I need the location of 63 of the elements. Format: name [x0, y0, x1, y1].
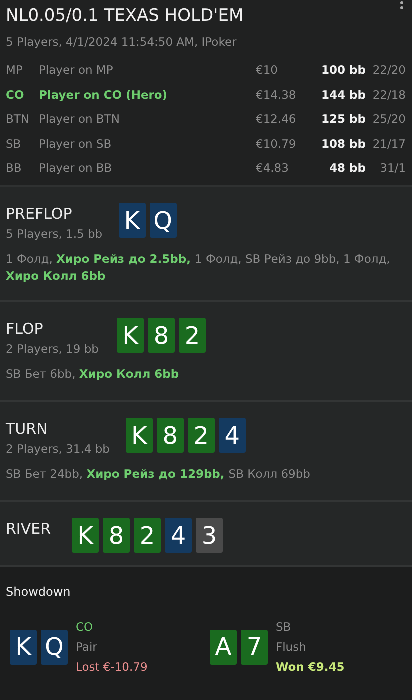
more-menu-icon[interactable] [400, 0, 404, 10]
playing-card: 8 [103, 518, 130, 554]
player-money: €12.46 [256, 112, 296, 126]
playing-card: 2 [134, 518, 161, 554]
player-position: SB [6, 136, 22, 151]
playing-card: 3 [196, 518, 223, 554]
playing-card: A [210, 630, 237, 665]
player-stats: 22/18 [372, 88, 406, 102]
playing-card: 8 [148, 318, 175, 354]
player-money: €10.79 [256, 136, 296, 151]
player-money: €4.83 [256, 161, 289, 176]
playing-card: K [72, 518, 99, 554]
hand-combo: Pair [76, 639, 98, 656]
street-name: FLOP [6, 319, 44, 340]
action-line: SB Бет 6bb, Хиро Колл 6bb [6, 366, 180, 383]
player-money: €10 [256, 63, 278, 78]
player-stack: 48 bb [330, 161, 366, 176]
player-name: Player on SB [39, 136, 112, 151]
street-info: 5 Players, 1.5 bb [6, 226, 103, 243]
player-name: Player on BTN [39, 112, 120, 126]
hand-title: NL0.05/0.1 TEXAS HOLD'EM [6, 5, 244, 28]
street-name: TURN [6, 419, 49, 440]
player-stats: 21/17 [372, 136, 406, 151]
playing-card: 7 [241, 630, 268, 665]
street-info: 2 Players, 31.4 bb [6, 440, 110, 458]
playing-card: 4 [165, 518, 192, 554]
player-name: Player on BB [39, 161, 112, 176]
player-position: MP [6, 63, 23, 78]
playing-card: 2 [188, 418, 215, 454]
street-info: 2 Players, 19 bb [6, 340, 100, 358]
player-position: BB [6, 161, 22, 176]
hand-combo: Flush [276, 639, 308, 656]
playing-card: K [126, 418, 153, 454]
playing-card: Q [41, 630, 68, 665]
street-name: PREFLOP [6, 204, 74, 226]
player-name: Player on MP [39, 63, 114, 78]
player-name: Player on CO (Hero) [39, 88, 168, 102]
action-line: SB Бет 24bb, Хиро Рейз до 129bb, SB Колл 69bb [6, 466, 312, 483]
player-money: €14.38 [256, 88, 296, 102]
playing-card: K [10, 630, 37, 665]
hand-result: Won €9.45 [276, 659, 345, 676]
playing-card: 8 [156, 418, 184, 454]
player-stack: 108 bb [322, 136, 366, 151]
player-position: CO [76, 619, 94, 636]
playing-card: K [118, 203, 146, 238]
player-stats: 31/1 [380, 161, 406, 176]
player-position: CO [6, 88, 24, 102]
playing-card: 2 [179, 318, 206, 354]
showdown-title: Showdown [6, 584, 72, 602]
hand-result: Lost €-10.79 [76, 659, 148, 676]
hand-subtitle: 5 Players, 4/1/2024 11:54:50 AM, IPoker [6, 34, 238, 50]
player-stack: 100 bb [322, 63, 366, 78]
player-stats: 25/20 [372, 112, 406, 126]
playing-card: K [117, 318, 144, 354]
player-stack: 144 bb [322, 88, 366, 102]
player-position: SB [276, 619, 292, 636]
player-stats: 22/20 [372, 63, 406, 78]
action-line: 1 Фолд, Хиро Рейз до 2.5bb, 1 Фолд, SB Рейз до 9bb, 1 Фолд, Хиро Колл 6bb [6, 251, 392, 285]
player-position: BTN [6, 112, 30, 126]
playing-card: 4 [218, 418, 246, 454]
street-name: RIVER [6, 519, 52, 540]
player-stack: 125 bb [322, 112, 366, 126]
playing-card: Q [150, 203, 177, 238]
